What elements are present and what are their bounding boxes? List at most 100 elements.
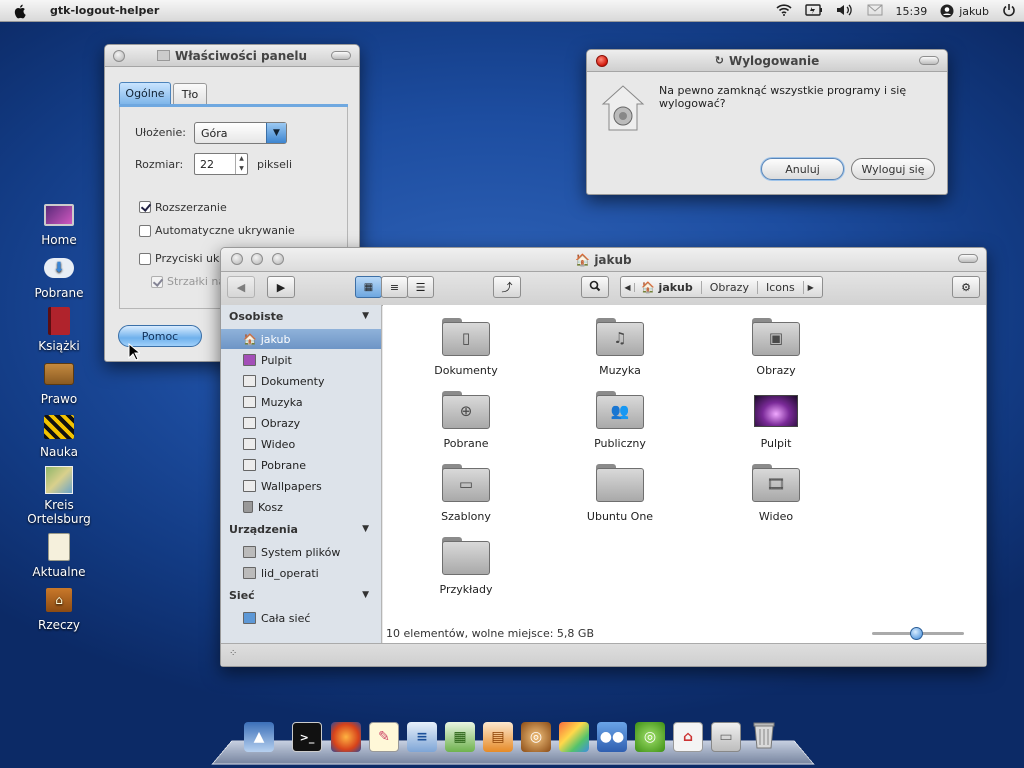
breadcrumb-left-icon[interactable]: ◀	[621, 282, 635, 292]
sidebar-item-muzyka[interactable]: Muzyka	[221, 392, 381, 412]
close-button[interactable]	[113, 50, 125, 62]
dock-item-speaker[interactable]: ◎	[521, 722, 551, 752]
folder-label: Pobrane	[443, 437, 489, 450]
mail-icon[interactable]	[867, 4, 883, 19]
dock-item-trash[interactable]	[749, 722, 779, 752]
file-manager-titlebar[interactable]: 🏠 jakub	[221, 248, 986, 272]
sidebar-item-lid-operati[interactable]: lid_operati	[221, 563, 381, 583]
sidebar-item-system-plikow[interactable]: System plików	[221, 542, 381, 562]
folder-pobrane[interactable]: ⊕ Pobrane	[406, 391, 526, 450]
spin-arrows-icon[interactable]: ▲ ▼	[235, 154, 247, 174]
volume-icon[interactable]	[836, 4, 854, 19]
apple-menu-icon[interactable]	[0, 0, 40, 22]
user-menu[interactable]: jakub	[940, 4, 989, 18]
desktop-icon-nauka[interactable]: Nauka	[20, 412, 98, 459]
collapse-triangle-icon[interactable]: ▼	[362, 524, 369, 534]
forward-button[interactable]: ▶	[267, 276, 295, 298]
folder-przyklady[interactable]: Przykłady	[406, 537, 526, 596]
sidebar-item-wallpapers[interactable]: Wallpapers	[221, 476, 381, 496]
sidebar-item-obrazy[interactable]: Obrazy	[221, 413, 381, 433]
folder-pulpit[interactable]: Pulpit	[716, 391, 836, 450]
box-icon: ⌂	[43, 585, 75, 615]
desktop-icon-aktualne[interactable]: Aktualne	[20, 532, 98, 579]
sidebar-item-pobrane[interactable]: Pobrane	[221, 455, 381, 475]
arrows-checkbox[interactable]	[151, 276, 163, 288]
search-button[interactable]	[581, 276, 609, 298]
list-view-button[interactable]: ≡	[381, 276, 408, 298]
autohide-checkbox[interactable]	[139, 225, 151, 237]
minimize-button[interactable]	[251, 253, 263, 265]
dock-item-calc[interactable]: ▦	[445, 722, 475, 752]
size-spinbutton[interactable]: 22 ▲ ▼	[194, 153, 248, 175]
dock-item-home[interactable]: ⌂	[673, 722, 703, 752]
clock[interactable]: 15:39	[896, 5, 928, 18]
folder-label: Obrazy	[756, 364, 796, 377]
close-button[interactable]	[596, 55, 608, 67]
breadcrumb-icons[interactable]: Icons	[758, 280, 804, 294]
hide-buttons-checkbox[interactable]	[139, 253, 151, 265]
dock-item-ubuntu[interactable]: ◎	[635, 722, 665, 752]
breadcrumb-jakub[interactable]: 🏠 jakub	[635, 280, 702, 294]
sidebar-item-kosz[interactable]: Kosz	[221, 497, 381, 517]
toolbar-toggle-button[interactable]	[331, 51, 351, 60]
cancel-button[interactable]: Anuluj	[761, 158, 844, 180]
folder-label: Szablony	[441, 510, 491, 523]
hard-drive-icon	[243, 546, 256, 558]
sidebar-toggle-icon[interactable]: ⁘	[229, 648, 237, 659]
desktop-icon-prawo[interactable]: Prawo	[20, 359, 98, 406]
folder-publiczny[interactable]: 👥 Publiczny	[560, 391, 680, 450]
toolbar-toggle-button[interactable]	[958, 254, 978, 263]
folder-wideo[interactable]: 🎞 Wideo	[716, 464, 836, 523]
dock-item-paint[interactable]	[559, 722, 589, 752]
folder-muzyka[interactable]: ♫ Muzyka	[560, 318, 680, 377]
folder-szablony[interactable]: ▭ Szablony	[406, 464, 526, 523]
desktop-icon-rzeczy[interactable]: ⌂ Rzeczy	[20, 585, 98, 632]
logout-dialog-titlebar[interactable]: ↻ Wylogowanie	[587, 50, 947, 72]
sidebar-item-label: Muzyka	[261, 395, 303, 409]
tab-ogolne[interactable]: Ogólne	[119, 82, 171, 104]
tab-tlo[interactable]: Tło	[173, 83, 207, 104]
folder-ubuntu-one[interactable]: Ubuntu One	[560, 464, 680, 523]
panel-properties-titlebar[interactable]: Właściwości panelu	[105, 45, 359, 67]
open-parent-button[interactable]: ⤴	[493, 276, 521, 298]
dock-item-impress[interactable]: ▤	[483, 722, 513, 752]
dock-item-writer[interactable]: ≡	[407, 722, 437, 752]
desktop-icon-home[interactable]: Home	[20, 200, 98, 247]
sidebar-item-wideo[interactable]: Wideo	[221, 434, 381, 454]
close-button[interactable]	[231, 253, 243, 265]
folder-obrazy[interactable]: ▣ Obrazy	[716, 318, 836, 377]
status-bar-text: 10 elementów, wolne miejsce: 5,8 GB	[386, 627, 594, 640]
zoom-slider-knob[interactable]	[910, 627, 923, 640]
sidebar-item-pulpit[interactable]: Pulpit	[221, 350, 381, 370]
collapse-triangle-icon[interactable]: ▼	[362, 311, 369, 321]
settings-button[interactable]: ⚙	[952, 276, 980, 298]
icon-view-button[interactable]: ▦	[355, 276, 382, 298]
sidebar-item-dokumenty[interactable]: Dokumenty	[221, 371, 381, 391]
sidebar-item-label: lid_operati	[261, 566, 319, 580]
toolbar-toggle-button[interactable]	[919, 56, 939, 65]
dock-item-windows[interactable]: ▭	[711, 722, 741, 752]
maximize-button[interactable]	[272, 253, 284, 265]
power-icon[interactable]	[1002, 3, 1016, 20]
back-button[interactable]: ◀	[227, 276, 255, 298]
desktop-icon-ksiazki[interactable]: Książki	[20, 306, 98, 353]
dock-item-image-viewer[interactable]: ▲	[244, 722, 274, 752]
expand-checkbox[interactable]	[139, 201, 151, 213]
desktop-icon-pobrane[interactable]: ⬇ Pobrane	[20, 253, 98, 300]
breadcrumb-obrazy[interactable]: Obrazy	[702, 280, 758, 294]
dock-item-terminal[interactable]: >_	[292, 722, 322, 752]
battery-icon[interactable]	[804, 3, 823, 19]
sidebar-item-jakub[interactable]: 🏠 jakub	[221, 329, 381, 349]
layout-select[interactable]: Góra ▼	[194, 122, 287, 144]
dock-item-firefox[interactable]	[331, 722, 361, 752]
dock-item-messenger[interactable]: ●●	[597, 722, 627, 752]
compact-view-button[interactable]: ☰	[407, 276, 434, 298]
wifi-icon[interactable]	[775, 3, 792, 19]
logout-button[interactable]: Wyloguj się	[851, 158, 935, 180]
desktop-icon-kreis-ortelsburg[interactable]: Kreis Ortelsburg	[20, 465, 98, 526]
collapse-triangle-icon[interactable]: ▼	[362, 590, 369, 600]
breadcrumb-right-icon[interactable]: ▶	[804, 283, 818, 292]
folder-dokumenty[interactable]: ▯ Dokumenty	[406, 318, 526, 377]
dock-item-text-editor[interactable]: ✎	[369, 722, 399, 752]
sidebar-item-cala-siec[interactable]: Cała sieć	[221, 608, 381, 628]
